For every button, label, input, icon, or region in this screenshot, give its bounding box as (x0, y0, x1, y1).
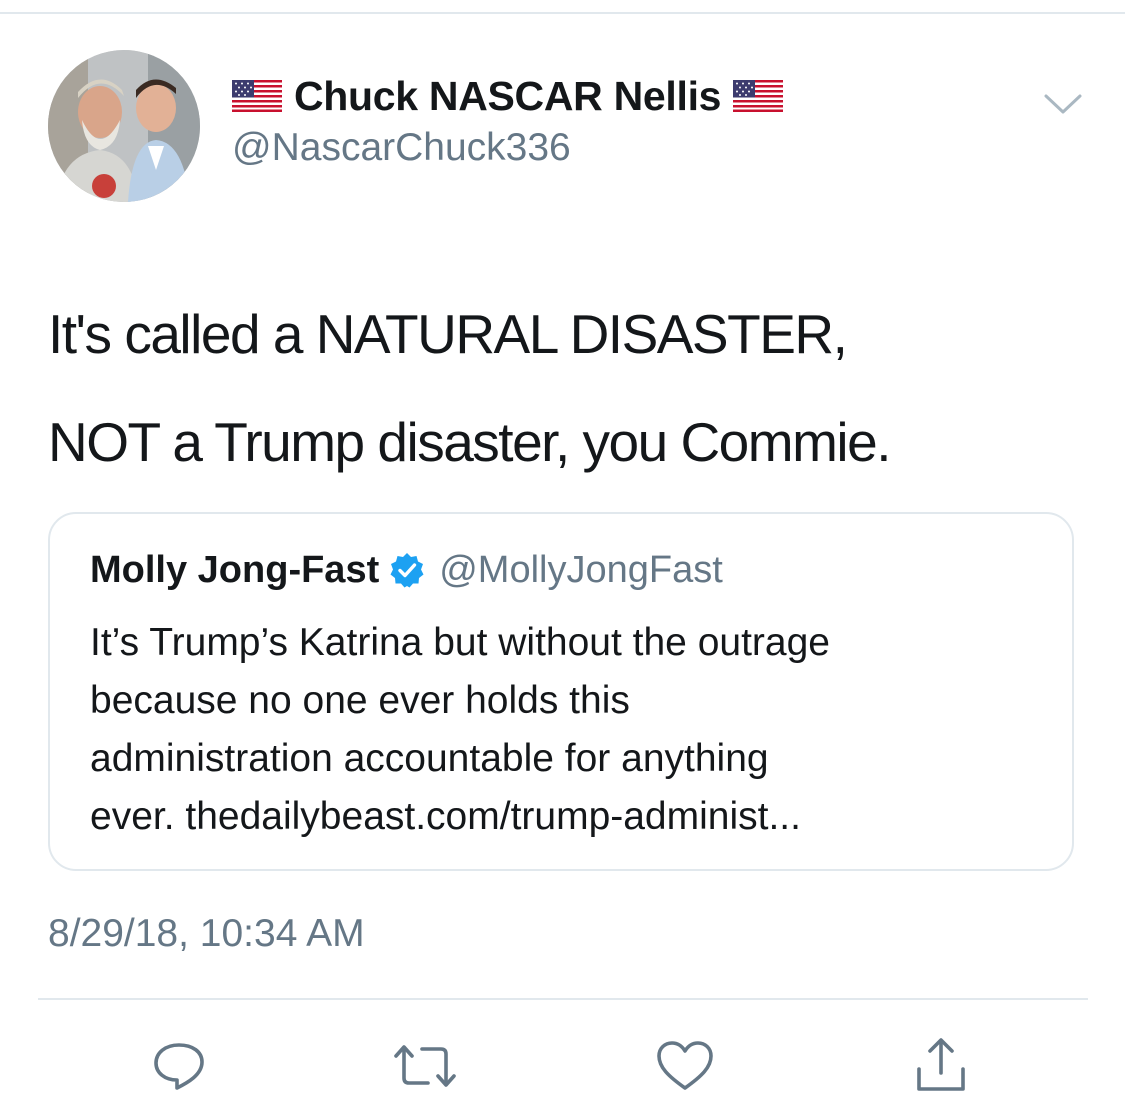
tweet-text-line: It's called a NATURAL DISASTER, (48, 303, 848, 365)
us-flag-icon (232, 80, 282, 112)
author-name-row[interactable]: Chuck NASCAR Nellis (232, 70, 784, 122)
quoted-text-line: administration accountable for anything (90, 737, 769, 780)
reply-button[interactable] (146, 1036, 212, 1096)
heart-icon (657, 1041, 713, 1090)
quoted-author-name: Molly Jong-Fast (90, 548, 380, 591)
like-button[interactable] (652, 1036, 718, 1096)
author-display-name[interactable]: Chuck NASCAR Nellis (294, 73, 721, 120)
quoted-text-line: because no one ever holds this (90, 679, 630, 722)
tweet-text: It's called a NATURAL DISASTER, NOT a Tr… (48, 280, 1088, 496)
share-button[interactable] (908, 1036, 974, 1096)
retweet-button[interactable] (392, 1036, 458, 1096)
tweet-timestamp: 8/29/18, 10:34 AM (48, 912, 365, 955)
tweet-text-line: NOT a Trump disaster, you Commie. (48, 411, 892, 473)
quoted-text-line[interactable]: ever. thedailybeast.com/trump-administ..… (90, 788, 1050, 846)
quoted-tweet-header: Molly Jong-Fast @MollyJongFast (90, 544, 723, 596)
actions-divider (38, 998, 1088, 1000)
quoted-text-line: It’s Trump’s Katrina but without the out… (90, 621, 830, 664)
share-icon (917, 1038, 965, 1091)
top-divider (0, 12, 1125, 14)
avatar-photo (48, 50, 200, 202)
quoted-author-handle: @MollyJongFast (439, 548, 723, 591)
chevron-down-icon[interactable] (1040, 86, 1086, 122)
quoted-tweet-card[interactable]: Molly Jong-Fast @MollyJongFast It’s Trum… (48, 512, 1074, 871)
author-handle[interactable]: @NascarChuck336 (232, 126, 571, 170)
retweet-icon (394, 1045, 456, 1087)
us-flag-icon (733, 80, 784, 112)
verified-badge-icon (390, 553, 424, 588)
quoted-tweet-text: It’s Trump’s Katrina but without the out… (90, 614, 1050, 846)
avatar[interactable] (48, 50, 200, 202)
reply-icon (154, 1043, 204, 1090)
